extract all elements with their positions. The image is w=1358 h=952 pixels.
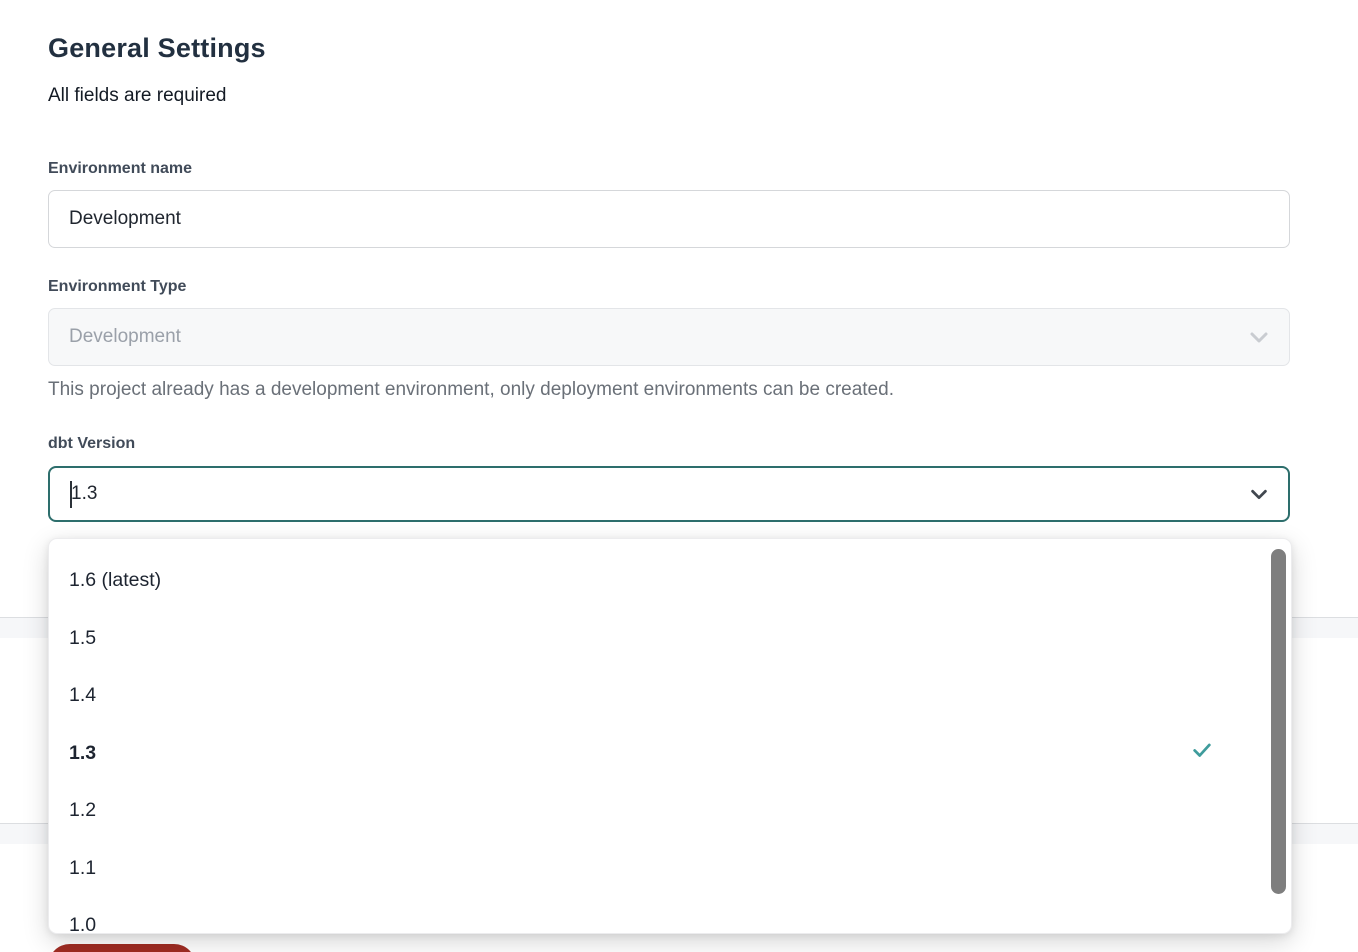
chevron-down-icon[interactable] [1248, 483, 1270, 505]
dbt-version-option[interactable]: 1.4 [49, 667, 1291, 725]
dbt-version-value: 1.3 [71, 483, 97, 505]
dbt-version-listbox: 1.6 (latest) 1.5 1.4 1.3 1.2 [49, 539, 1291, 934]
environment-name-input[interactable] [48, 190, 1290, 248]
environment-type-value: Development [69, 326, 181, 348]
option-label: 1.3 [69, 742, 96, 765]
dbt-version-option[interactable]: 1.2 [49, 782, 1291, 840]
dbt-version-option[interactable]: 1.1 [49, 840, 1291, 898]
option-label: 1.2 [69, 799, 96, 822]
dbt-version-select[interactable]: 1.3 [48, 466, 1290, 522]
dropdown-scrollbar[interactable] [1271, 549, 1286, 894]
page-subtitle: All fields are required [48, 85, 226, 107]
delete-button[interactable] [48, 944, 196, 952]
option-label: 1.1 [69, 857, 96, 880]
dbt-version-dropdown: 1.6 (latest) 1.5 1.4 1.3 1.2 [48, 538, 1292, 934]
page-title: General Settings [48, 33, 266, 64]
option-label: 1.0 [69, 914, 96, 934]
option-label: 1.6 (latest) [69, 569, 161, 592]
environment-type-label: Environment Type [48, 278, 186, 296]
dbt-version-label: dbt Version [48, 435, 135, 453]
option-label: 1.5 [69, 627, 96, 650]
dbt-version-option[interactable]: 1.6 (latest) [49, 552, 1291, 610]
dbt-version-option[interactable]: 1.0 [49, 897, 1291, 934]
environment-type-select: Development [48, 308, 1290, 366]
option-label: 1.4 [69, 684, 96, 707]
dbt-version-option[interactable]: 1.5 [49, 610, 1291, 668]
check-icon [1191, 739, 1213, 767]
dbt-version-option[interactable]: 1.3 [49, 725, 1291, 783]
environment-type-helper: This project already has a development e… [48, 379, 894, 401]
environment-name-label: Environment name [48, 160, 192, 178]
chevron-down-icon [1247, 325, 1271, 349]
